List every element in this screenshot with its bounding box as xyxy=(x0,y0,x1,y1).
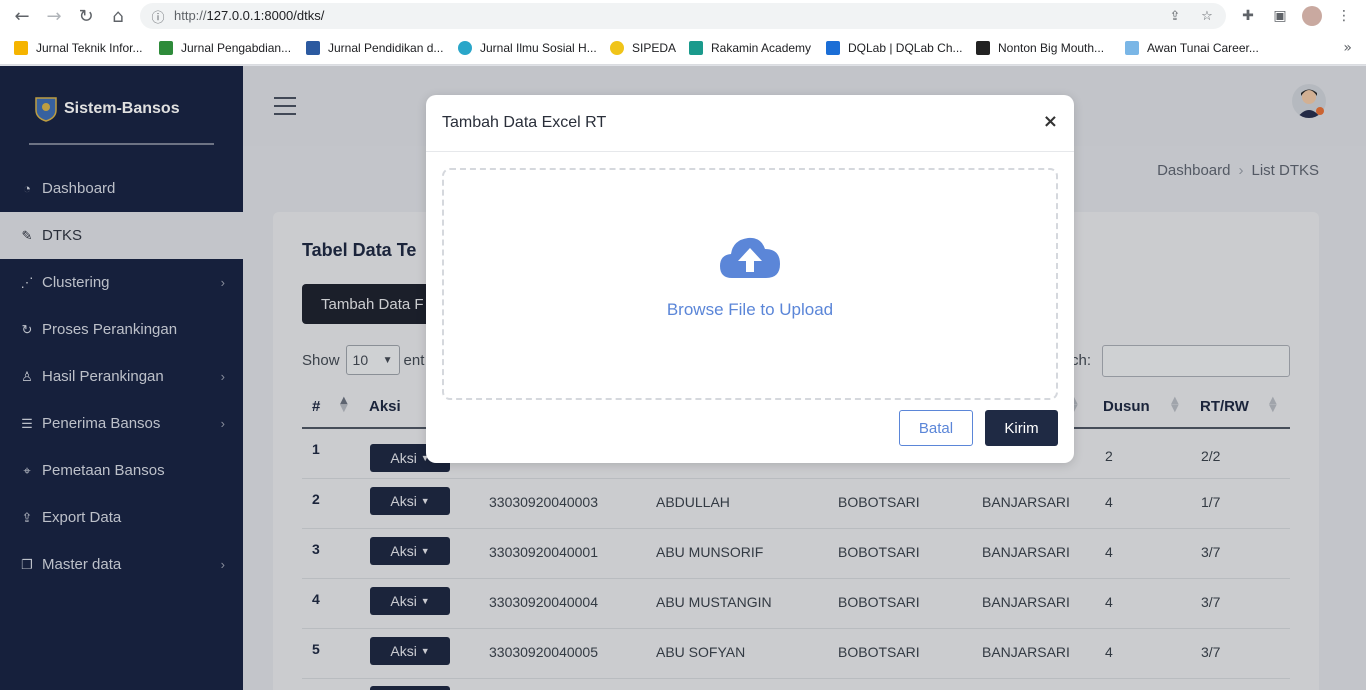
kebab-menu-icon[interactable]: ⋮ xyxy=(1332,4,1356,28)
upload-modal: Tambah Data Excel RT × Browse File to Up… xyxy=(426,95,1074,463)
cloud-upload-icon xyxy=(720,237,780,278)
forward-icon[interactable]: → xyxy=(42,4,66,28)
app-root: Sistem-Bansos ◔ Dashboard ✎ DTKS ⋰ Clust… xyxy=(0,66,1366,690)
bookmark-favicon xyxy=(976,41,990,55)
share-icon[interactable]: ⇪ xyxy=(1166,7,1184,25)
back-icon[interactable]: ← xyxy=(10,4,34,28)
bookmark-label: Jurnal Ilmu Sosial H... xyxy=(480,41,597,55)
bookmark-item[interactable]: SIPEDA xyxy=(610,39,676,57)
browse-file-link[interactable]: Browse File to Upload xyxy=(444,300,1056,320)
site-info-icon[interactable]: ⓘ xyxy=(149,7,167,26)
home-icon[interactable]: ⌂ xyxy=(106,4,130,28)
bookmark-favicon xyxy=(826,41,840,55)
url-main: 127.0.0.1:8000/dtks/ xyxy=(206,8,325,23)
bookmark-label: Jurnal Pendidikan d... xyxy=(328,41,444,55)
bookmark-label: Rakamin Academy xyxy=(711,41,812,55)
bookmark-label: Awan Tunai Career... xyxy=(1147,41,1259,55)
bookmark-favicon xyxy=(1125,41,1139,55)
bookmark-label: SIPEDA xyxy=(632,41,677,55)
url-prefix: http:// xyxy=(174,8,207,23)
bookmark-item[interactable]: Jurnal Pengabdian... xyxy=(159,39,291,57)
bookmark-favicon xyxy=(159,41,173,55)
profile-icon[interactable] xyxy=(1300,4,1324,28)
modal-title: Tambah Data Excel RT xyxy=(442,114,607,131)
bookmark-favicon xyxy=(689,41,703,55)
side-panel-icon[interactable]: ▣ xyxy=(1268,4,1292,28)
close-icon[interactable]: × xyxy=(1043,111,1058,132)
bookmark-item[interactable]: Jurnal Teknik Infor... xyxy=(14,39,143,57)
bookmark-favicon xyxy=(610,41,624,55)
bookmark-item[interactable]: Nonton Big Mouth... xyxy=(976,39,1104,57)
modal-divider xyxy=(426,151,1074,152)
more-bookmarks-icon[interactable]: » xyxy=(1343,40,1352,56)
bookmark-item[interactable]: Jurnal Ilmu Sosial H... xyxy=(458,39,597,57)
bookmark-label: Nonton Big Mouth... xyxy=(998,41,1105,55)
reload-icon[interactable]: ↻ xyxy=(74,4,98,28)
bookmark-item[interactable]: Rakamin Academy xyxy=(689,39,811,57)
cancel-button[interactable]: Batal xyxy=(899,410,973,446)
bookmark-favicon xyxy=(458,41,472,55)
bookmark-item[interactable]: DQLab | DQLab Ch... xyxy=(826,39,963,57)
browser-toolbar: ← → ↻ ⌂ ⓘ http://127.0.0.1:8000/dtks/ ⇪ … xyxy=(0,0,1366,32)
bookmark-favicon xyxy=(14,41,28,55)
bookmark-item[interactable]: Jurnal Pendidikan d... xyxy=(306,39,443,57)
file-dropzone[interactable]: Browse File to Upload xyxy=(442,168,1058,400)
extensions-icon[interactable]: ✚ xyxy=(1236,4,1260,28)
bookmark-favicon xyxy=(306,41,320,55)
bookmarks-bar: Jurnal Teknik Infor... Jurnal Pengabdian… xyxy=(0,32,1366,65)
bookmark-star-icon[interactable]: ☆ xyxy=(1198,7,1216,25)
bookmark-label: Jurnal Teknik Infor... xyxy=(36,41,143,55)
address-bar[interactable]: ⓘ http://127.0.0.1:8000/dtks/ ⇪ ☆ xyxy=(140,3,1226,29)
bookmark-label: DQLab | DQLab Ch... xyxy=(848,41,963,55)
submit-button[interactable]: Kirim xyxy=(985,410,1058,446)
bookmark-label: Jurnal Pengabdian... xyxy=(181,41,292,55)
bookmark-item[interactable]: Awan Tunai Career... xyxy=(1125,39,1259,57)
url-text: http://127.0.0.1:8000/dtks/ xyxy=(174,8,324,23)
